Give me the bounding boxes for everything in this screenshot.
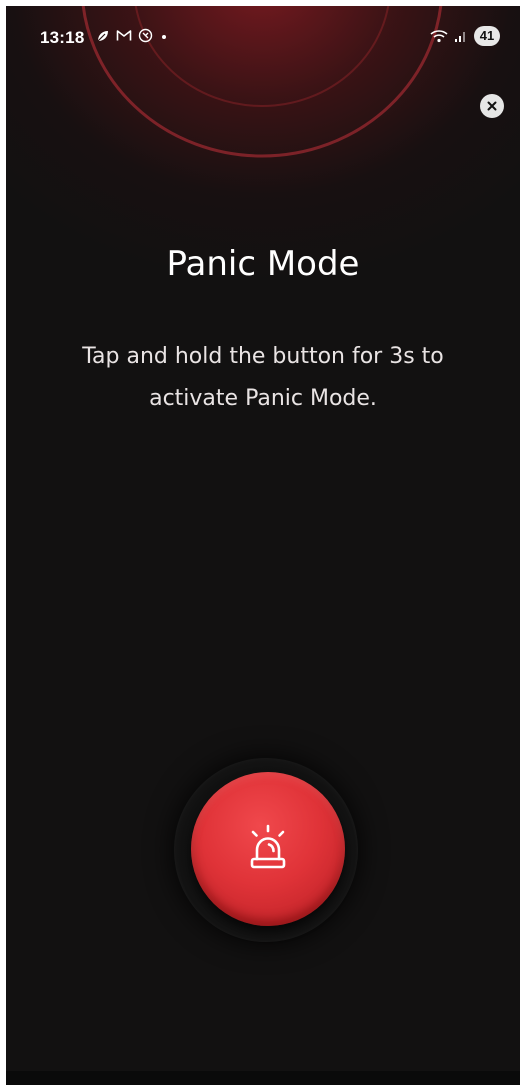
battery-indicator: 41 bbox=[474, 26, 500, 46]
notification-icons bbox=[96, 28, 169, 43]
signal-icon bbox=[455, 32, 465, 42]
status-bar: 13:18 41 bbox=[6, 6, 520, 66]
siren-icon bbox=[250, 824, 286, 869]
panic-button[interactable] bbox=[191, 772, 345, 926]
status-indicators: 41 bbox=[430, 26, 500, 46]
dot-icon bbox=[162, 34, 166, 39]
panic-mode-screen: 13:18 41 Panic Mode Tap and hold the but… bbox=[6, 6, 520, 1085]
page-description: Tap and hold the button for 3s to activa… bbox=[82, 344, 444, 411]
page-title: Panic Mode bbox=[166, 244, 360, 284]
close-button[interactable] bbox=[480, 94, 504, 118]
app-icon bbox=[138, 28, 153, 43]
close-icon bbox=[487, 101, 497, 111]
status-time: 13:18 bbox=[40, 28, 85, 47]
wifi-icon bbox=[430, 30, 448, 43]
leaf-icon bbox=[97, 30, 108, 41]
gmail-icon bbox=[116, 30, 132, 41]
bottom-navigation-area bbox=[6, 1071, 520, 1085]
